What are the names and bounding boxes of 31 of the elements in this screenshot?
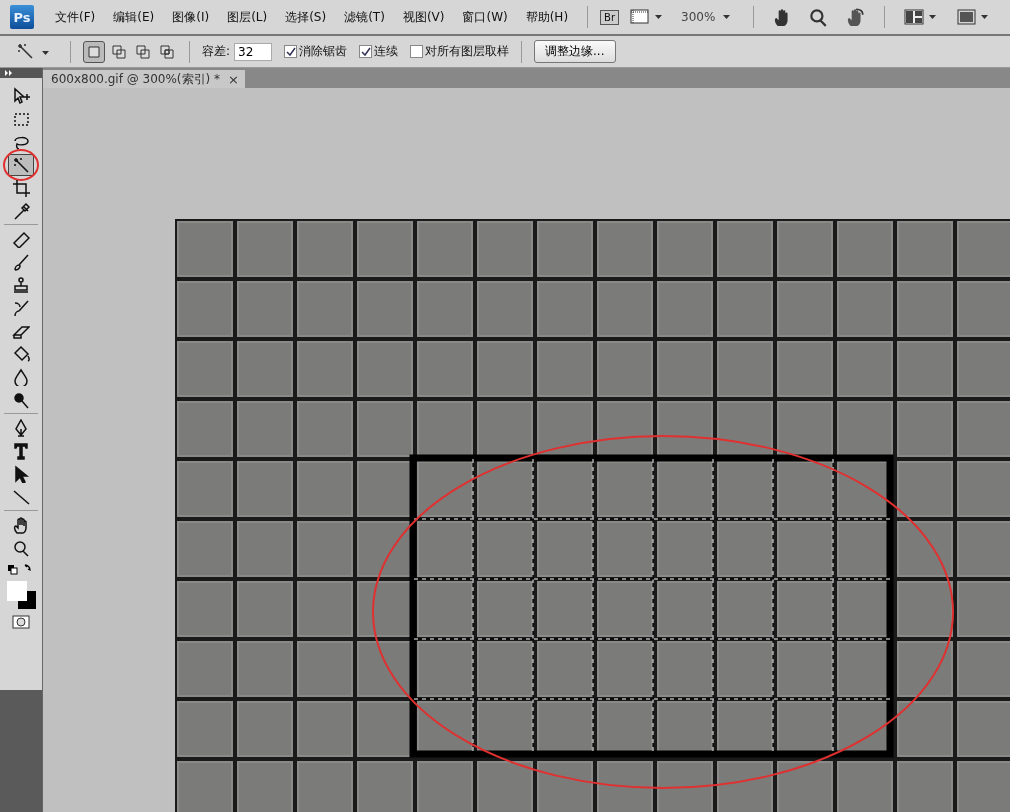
- bridge-button[interactable]: Br: [600, 9, 620, 25]
- checkbox[interactable]: [410, 45, 424, 58]
- menu-item[interactable]: 窗口(W): [455, 8, 515, 26]
- menu-item[interactable]: 文件(F): [48, 8, 103, 26]
- view-extras-icon[interactable]: [629, 8, 664, 26]
- tolerance-label: 容差:: [202, 43, 231, 60]
- checkbox[interactable]: [359, 45, 373, 58]
- checkbox-label: 对所有图层取样: [425, 43, 510, 60]
- zoom-level-dropdown[interactable]: 300%: [681, 10, 734, 24]
- close-icon[interactable]: ×: [228, 71, 239, 87]
- menu-item[interactable]: 选择(S): [278, 8, 334, 26]
- menu-item[interactable]: 视图(V): [395, 8, 452, 26]
- color-swatches-icon[interactable]: [4, 579, 38, 611]
- refine-edge-button[interactable]: 调整边缘...: [534, 40, 616, 63]
- zoom-icon[interactable]: [808, 7, 829, 27]
- quick-mask-icon[interactable]: [11, 614, 31, 630]
- menu-item[interactable]: 图层(L): [220, 8, 275, 26]
- expand-icon[interactable]: [4, 69, 14, 77]
- menu-item[interactable]: 图像(I): [165, 8, 217, 26]
- checkbox-label: 连续: [374, 43, 399, 60]
- selection-mode-icon[interactable]: [83, 40, 105, 63]
- app-logo[interactable]: Ps: [10, 5, 34, 29]
- checkbox[interactable]: [284, 45, 298, 58]
- highlight-circle: [2, 148, 40, 182]
- document-tab[interactable]: 600x800.gif @ 300%(索引) * ×: [43, 70, 245, 88]
- menu-item[interactable]: 帮助(H): [518, 8, 576, 26]
- magic-wand-icon[interactable]: [8, 153, 34, 176]
- menu-item[interactable]: 编辑(E): [106, 8, 162, 26]
- menu-item[interactable]: 滤镜(T): [337, 8, 392, 26]
- tolerance-field[interactable]: 32: [234, 42, 273, 61]
- checkbox-label: 消除锯齿: [299, 43, 348, 60]
